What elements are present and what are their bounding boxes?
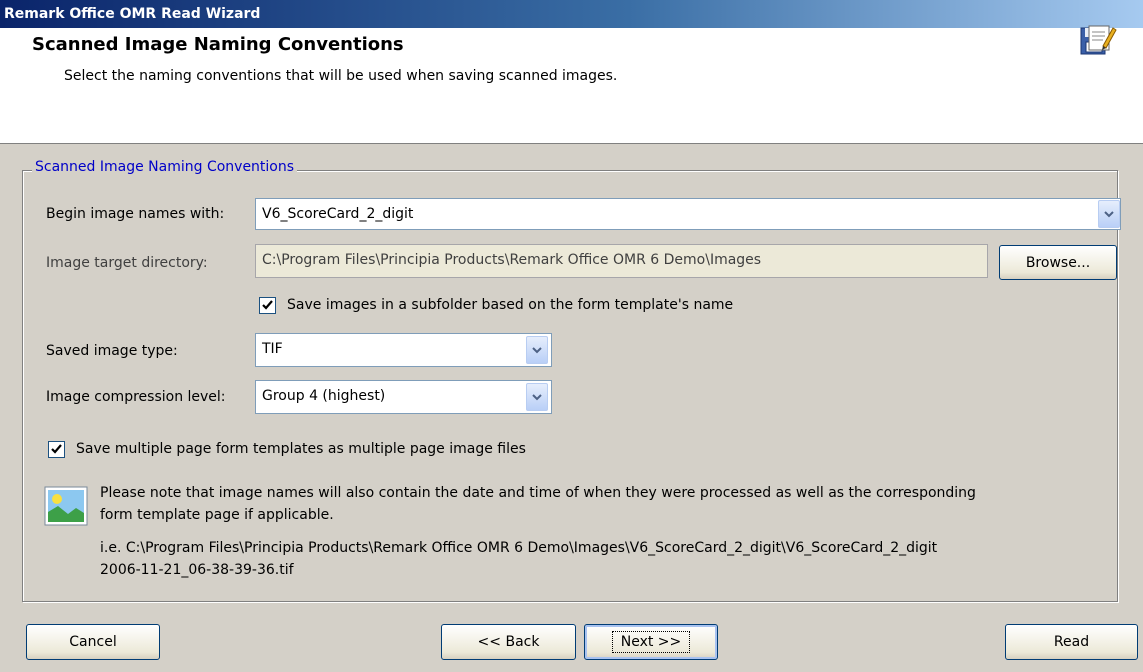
note-text: Please note that image names will also c… <box>100 485 976 501</box>
checkmark-icon <box>262 300 273 310</box>
browse-button[interactable]: Browse... <box>999 245 1117 280</box>
page-subtitle: Select the naming conventions that will … <box>64 68 618 84</box>
back-button-label: << Back <box>477 634 540 650</box>
image-type-value: TIF <box>262 341 283 357</box>
image-icon <box>44 486 88 526</box>
compression-value: Group 4 (highest) <box>262 388 386 404</box>
chevron-down-icon <box>1104 210 1114 217</box>
compression-label: Image compression level: <box>46 389 226 405</box>
note-text-2: form template page if applicable. <box>100 507 334 523</box>
target-directory-label: Image target directory: <box>46 255 208 271</box>
image-type-label: Saved image type: <box>46 343 178 359</box>
read-button-label: Read <box>1053 634 1090 650</box>
chevron-down-icon <box>532 393 542 400</box>
next-button[interactable]: Next >> <box>584 624 718 660</box>
read-button[interactable]: Read <box>1005 624 1138 660</box>
image-type-combobox[interactable]: TIF <box>255 333 552 367</box>
subfolder-checkbox[interactable] <box>259 297 276 314</box>
cancel-button-label: Cancel <box>69 634 117 650</box>
multipage-checkbox[interactable] <box>48 441 65 458</box>
naming-conventions-group <box>22 170 1118 602</box>
begin-names-combobox[interactable]: V6_ScoreCard_2_digit <box>255 198 1121 230</box>
window-title-bar[interactable]: Remark Office OMR Read Wizard <box>0 0 1143 28</box>
checkmark-icon <box>51 444 62 454</box>
multipage-checkbox-label[interactable]: Save multiple page form templates as mul… <box>76 441 526 457</box>
back-button[interactable]: << Back <box>441 624 576 660</box>
cancel-button[interactable]: Cancel <box>26 624 160 660</box>
example-path-line-1: i.e. C:\Program Files\Principia Products… <box>100 540 938 556</box>
begin-names-label: Begin image names with: <box>46 206 225 222</box>
window-title: Remark Office OMR Read Wizard <box>4 6 261 22</box>
group-legend: Scanned Image Naming Conventions <box>32 159 298 175</box>
compression-dropdown-button[interactable] <box>526 383 548 411</box>
browse-button-label: Browse... <box>1025 254 1091 271</box>
target-directory-field: C:\Program Files\Principia Products\Rema… <box>255 244 988 278</box>
chevron-down-icon <box>532 346 542 353</box>
begin-names-dropdown-button[interactable] <box>1098 200 1120 228</box>
example-path-line-2: 2006-11-21_06-38-39-36.tif <box>100 562 294 578</box>
page-title: Scanned Image Naming Conventions <box>32 34 404 55</box>
begin-names-value: V6_ScoreCard_2_digit <box>262 206 414 222</box>
subfolder-checkbox-label[interactable]: Save images in a subfolder based on the … <box>287 297 733 313</box>
compression-combobox[interactable]: Group 4 (highest) <box>255 380 552 414</box>
image-type-dropdown-button[interactable] <box>526 336 548 364</box>
target-directory-value: C:\Program Files\Principia Products\Rema… <box>262 252 762 268</box>
next-button-label: Next >> <box>611 631 691 653</box>
save-edit-icon <box>1077 20 1117 60</box>
